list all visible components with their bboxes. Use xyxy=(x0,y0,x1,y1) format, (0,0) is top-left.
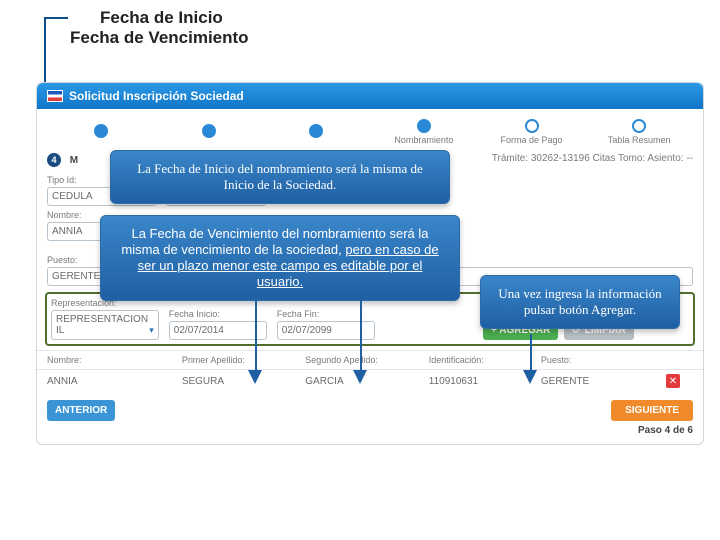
fecha-inicio-input[interactable]: 02/07/2014 xyxy=(169,321,267,340)
step-4[interactable]: Nombramiento xyxy=(370,119,478,145)
table-row: ANNIASEGURAGARCIA110910631GERENTE ✕ xyxy=(37,369,703,392)
fecha-inicio-label: Fecha Inicio: xyxy=(169,309,267,319)
section-badge: 4 xyxy=(47,153,61,167)
step-1[interactable] xyxy=(47,124,155,140)
delete-row-button[interactable]: ✕ xyxy=(666,374,680,388)
callout-fecha-vencimiento: La Fecha de Vencimiento del nombramiento… xyxy=(100,215,460,301)
step-3[interactable] xyxy=(262,124,370,140)
page-title-1: Fecha de Inicio xyxy=(100,8,720,28)
step-6-label: Tabla Resumen xyxy=(585,135,693,145)
step-4-label: Nombramiento xyxy=(370,135,478,145)
paso-indicator: Paso 4 de 6 xyxy=(37,423,703,438)
arrow-icon xyxy=(248,370,262,384)
anterior-button[interactable]: ANTERIOR xyxy=(47,400,115,421)
panel-header: Solicitud Inscripción Sociedad xyxy=(37,83,703,109)
step-5-label: Forma de Pago xyxy=(478,135,586,145)
callout-agregar: Una vez ingresa la información pulsar bo… xyxy=(480,275,680,329)
flag-icon xyxy=(47,90,63,102)
page-title-2: Fecha de Vencimiento xyxy=(70,28,720,48)
panel-header-text: Solicitud Inscripción Sociedad xyxy=(69,89,244,103)
arrow-icon xyxy=(353,370,367,384)
arrow-icon xyxy=(523,370,537,384)
callout-fecha-inicio: La Fecha de Inicio del nombramiento será… xyxy=(110,150,450,204)
request-info: Trámite: 30262-13196 Citas Tomo: Asiento… xyxy=(492,153,693,164)
stepper: Nombramiento Forma de Pago Tabla Resumen xyxy=(37,109,703,149)
representacion-select[interactable]: REPRESENTACION IL▾ xyxy=(51,310,159,340)
step-2[interactable] xyxy=(155,124,263,140)
table-header: Nombre:Primer Apellido:Segundo Apellido:… xyxy=(37,350,703,369)
siguiente-button[interactable]: SIGUIENTE xyxy=(611,400,693,421)
step-6[interactable]: Tabla Resumen xyxy=(585,119,693,145)
step-5[interactable]: Forma de Pago xyxy=(478,119,586,145)
